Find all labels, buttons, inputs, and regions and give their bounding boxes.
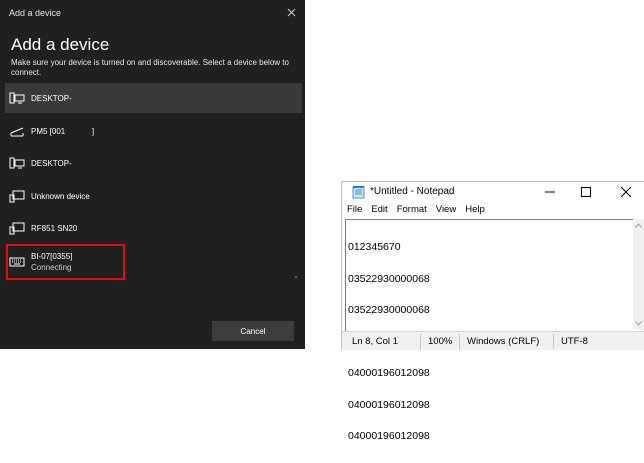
text-line: 03522930000068	[348, 272, 430, 285]
dialog-titlebar: Add a device	[0, 0, 305, 26]
printer-icon	[9, 123, 25, 139]
display-device-icon	[9, 188, 25, 204]
zoom-level: 100%	[428, 336, 453, 347]
close-icon[interactable]	[608, 182, 644, 202]
dialog-heading: Add a device	[11, 35, 110, 54]
minimize-icon[interactable]	[532, 182, 568, 202]
device-name: DESKTOP-	[31, 159, 72, 168]
add-device-dialog: Add a device Add a device Make sure your…	[0, 0, 305, 349]
menu-edit[interactable]: Edit	[366, 204, 387, 218]
line-ending: Windows (CRLF)	[467, 336, 540, 347]
cursor-position: Ln 8, Col 1	[352, 336, 398, 347]
encoding: UTF-8	[561, 336, 588, 347]
cancel-button[interactable]: Cancel	[212, 321, 294, 341]
device-item[interactable]: PM5 [001 ]	[5, 116, 302, 146]
notepad-titlebar: *Untitled - Notepad	[342, 182, 644, 202]
highlight-box	[6, 244, 125, 280]
progress-dot	[295, 276, 297, 278]
dialog-description: Make sure your device is turned on and d…	[11, 58, 289, 77]
notepad-menubar: File Edit Format View Help	[342, 204, 489, 218]
vertical-scrollbar[interactable]	[633, 219, 644, 330]
notepad-window: *Untitled - Notepad File Edit Format Vie…	[341, 181, 644, 441]
close-icon[interactable]	[283, 4, 299, 20]
menu-view[interactable]: View	[431, 204, 456, 218]
device-item[interactable]: DESKTOP-	[5, 148, 302, 178]
scroll-down-icon[interactable]	[635, 321, 642, 326]
computer-icon	[9, 155, 25, 171]
text-line: 03522930000068	[348, 304, 430, 316]
notepad-text-area[interactable]: 012345670 03522930000068 03522930000068 …	[345, 219, 634, 441]
device-item[interactable]: Unknown device	[5, 181, 302, 211]
text-line: 04000196012098	[348, 367, 430, 379]
device-name: DESKTOP-	[31, 94, 72, 103]
device-name: Unknown device	[31, 192, 90, 201]
text-line: 012345670	[348, 241, 401, 253]
display-device-icon	[9, 220, 25, 236]
device-item[interactable]: DESKTOP-	[5, 83, 302, 113]
device-name: PM5 [001 ]	[31, 127, 95, 136]
menu-format[interactable]: Format	[392, 204, 427, 218]
text-line: 04000196012098	[348, 398, 430, 411]
menu-help[interactable]: Help	[460, 204, 485, 218]
computer-icon	[9, 90, 25, 106]
maximize-icon[interactable]	[568, 182, 604, 202]
notepad-icon	[352, 185, 366, 199]
menu-file[interactable]: File	[342, 204, 362, 218]
text-line: 04000196012098	[348, 430, 430, 442]
dialog-window-title: Add a device	[9, 8, 62, 18]
notepad-title: *Untitled - Notepad	[370, 186, 455, 197]
device-item[interactable]: RF851 SN20	[5, 213, 302, 243]
scroll-up-icon[interactable]	[635, 223, 642, 228]
notepad-statusbar: Ln 8, Col 1 100% Windows (CRLF) UTF-8	[342, 331, 644, 350]
device-name: RF851 SN20	[31, 224, 78, 233]
